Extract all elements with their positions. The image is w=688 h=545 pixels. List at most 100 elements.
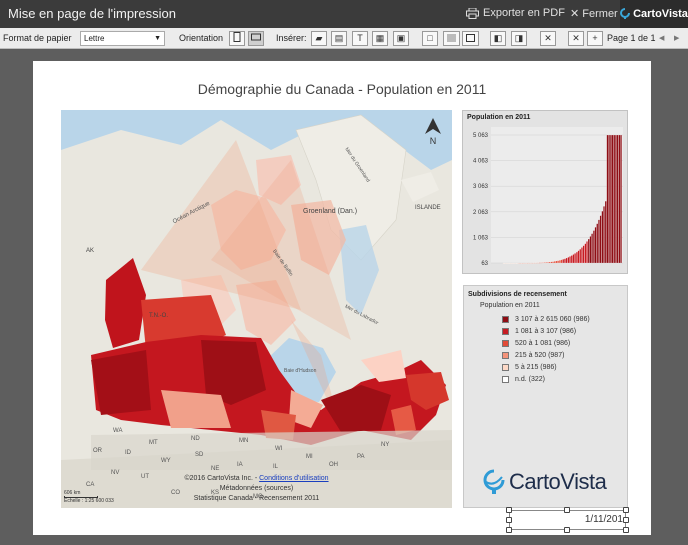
page-title[interactable]: Démographie du Canada - Population en 20… [33, 81, 651, 97]
add-page-button[interactable]: + [587, 31, 603, 46]
bring-forward-button[interactable]: ◧ [490, 31, 506, 46]
insert-legend-button[interactable]: ▤ [331, 31, 347, 46]
chart-bar [584, 243, 587, 264]
portrait-button[interactable] [229, 31, 245, 46]
chart-bar [574, 253, 577, 264]
chart-bar [535, 262, 537, 264]
resize-handle[interactable] [506, 517, 512, 523]
chart-bar [616, 134, 619, 264]
chart-bar [509, 262, 512, 264]
insert-rectangle-button[interactable]: □ [422, 31, 438, 46]
next-page-button[interactable]: ▶ [674, 28, 679, 49]
legend-swatch [502, 340, 509, 347]
resize-handle[interactable] [506, 507, 512, 513]
legend-panel[interactable]: Subdivisions de recensement Population e… [463, 285, 628, 508]
insert-map-button[interactable]: ▰ [311, 31, 327, 46]
chart-bar [601, 211, 604, 264]
delete-element-button[interactable]: ✕ [540, 31, 556, 46]
chart-bar [526, 262, 529, 264]
chart-bar [599, 215, 602, 264]
map-frame[interactable]: Océan Arctique Groenland (Dan.) ISLANDE … [61, 110, 452, 508]
place-label: MI [306, 454, 313, 460]
landscape-button[interactable] [248, 31, 264, 46]
resize-handle[interactable] [623, 527, 629, 533]
chart-tick-label: 5 063 [473, 133, 489, 139]
chart-bar [575, 251, 578, 264]
resize-handle[interactable] [564, 507, 570, 513]
chart-bar [518, 262, 520, 264]
insert-image-button[interactable]: ▣ [393, 31, 409, 46]
insert-text-button[interactable]: T [352, 31, 368, 46]
resize-handle[interactable] [564, 527, 570, 533]
chart-bar [613, 134, 616, 264]
chart-bar [547, 262, 549, 264]
next-page-icon: ▶ [674, 35, 680, 42]
border-color-button[interactable] [462, 31, 479, 46]
place-label: IA [237, 462, 243, 468]
legend-item-label: n.d. (322) [515, 376, 545, 383]
chart-bar [603, 206, 605, 264]
chart-bar [540, 262, 543, 264]
fill-color-button[interactable] [443, 31, 460, 46]
place-label: Groenland (Dan.) [303, 208, 358, 215]
legend-swatch [502, 364, 509, 371]
chart-tick-label: 1 063 [473, 235, 489, 241]
paper-format-select[interactable]: Lettre ▼ [80, 31, 165, 46]
resize-handle[interactable] [623, 507, 629, 513]
prev-page-button[interactable]: ◀ [659, 28, 664, 49]
insert-table-button[interactable]: ▦ [372, 31, 388, 46]
legend-subtitle: Population en 2011 [480, 302, 540, 309]
send-backward-button[interactable]: ◨ [511, 31, 527, 46]
close-icon: ✕ [570, 8, 583, 20]
text-icon: T [357, 33, 363, 43]
close-button[interactable]: ✕ Fermer [570, 7, 618, 20]
map-icon: ▰ [315, 33, 323, 43]
export-pdf-label: Exporter en PDF [483, 7, 565, 19]
border-color-icon [466, 34, 475, 42]
place-label: NY [381, 442, 390, 448]
chart-bar [555, 260, 558, 264]
terms-of-use-link[interactable]: Conditions d'utilisation [259, 475, 328, 482]
metadata-link[interactable]: Métadonnées (sources) [61, 484, 452, 494]
chart-bar [604, 201, 607, 264]
place-label: AK [86, 248, 95, 254]
paper-format-label: Format de papier [3, 33, 72, 43]
legend-item-label: 3 107 à 2 615 060 (986) [515, 316, 590, 323]
place-label: Baie d'Hudson [284, 368, 317, 374]
portrait-icon [233, 32, 241, 42]
place-label: OR [93, 448, 102, 454]
chart-tick-label: 4 063 [473, 159, 489, 165]
credits-copyright: ©2016 CartoVista Inc. - [184, 475, 260, 482]
chart-bar [567, 257, 570, 264]
chart-bar [553, 261, 556, 264]
chart-bar [598, 219, 600, 264]
legend-swatch [502, 316, 509, 323]
remove-page-button[interactable]: ✕ [568, 31, 584, 46]
resize-handle[interactable] [506, 527, 512, 533]
title-bar: Mise en page de l'impression Exporter en… [0, 0, 688, 28]
send-backward-icon: ◨ [514, 33, 524, 43]
legend-item: 520 à 1 081 (986) [502, 339, 570, 348]
chart-bar [516, 262, 519, 264]
chart-bar [593, 230, 595, 264]
remove-page-icon: ✕ [572, 33, 580, 43]
chart-bar [528, 262, 531, 264]
chart-bar [504, 262, 507, 264]
chart-bar [507, 262, 510, 264]
resize-handle[interactable] [623, 517, 629, 523]
logo-text: CartoVista [509, 469, 607, 494]
place-label: PA [357, 454, 365, 460]
population-chart[interactable]: Population en 2011 5 063 4 063 3 063 2 063 1… [462, 110, 628, 274]
print-page: Démographie du Canada - Population en 20… [33, 61, 651, 535]
export-pdf-button[interactable]: Exporter en PDF [466, 7, 565, 19]
toolbar: Format de papier Lettre ▼ Orientation In… [0, 28, 688, 49]
chart-bar [545, 262, 548, 264]
delete-icon: ✕ [544, 33, 552, 43]
chart-bar [589, 236, 592, 264]
paper-format-value: Lettre [84, 34, 105, 43]
bring-forward-icon: ◧ [493, 33, 503, 43]
legend-item: 3 107 à 2 615 060 (986) [502, 315, 590, 324]
chart-bar [587, 238, 590, 264]
north-arrow-icon: N [425, 118, 441, 146]
brand-logo: CartoVista [620, 0, 688, 28]
